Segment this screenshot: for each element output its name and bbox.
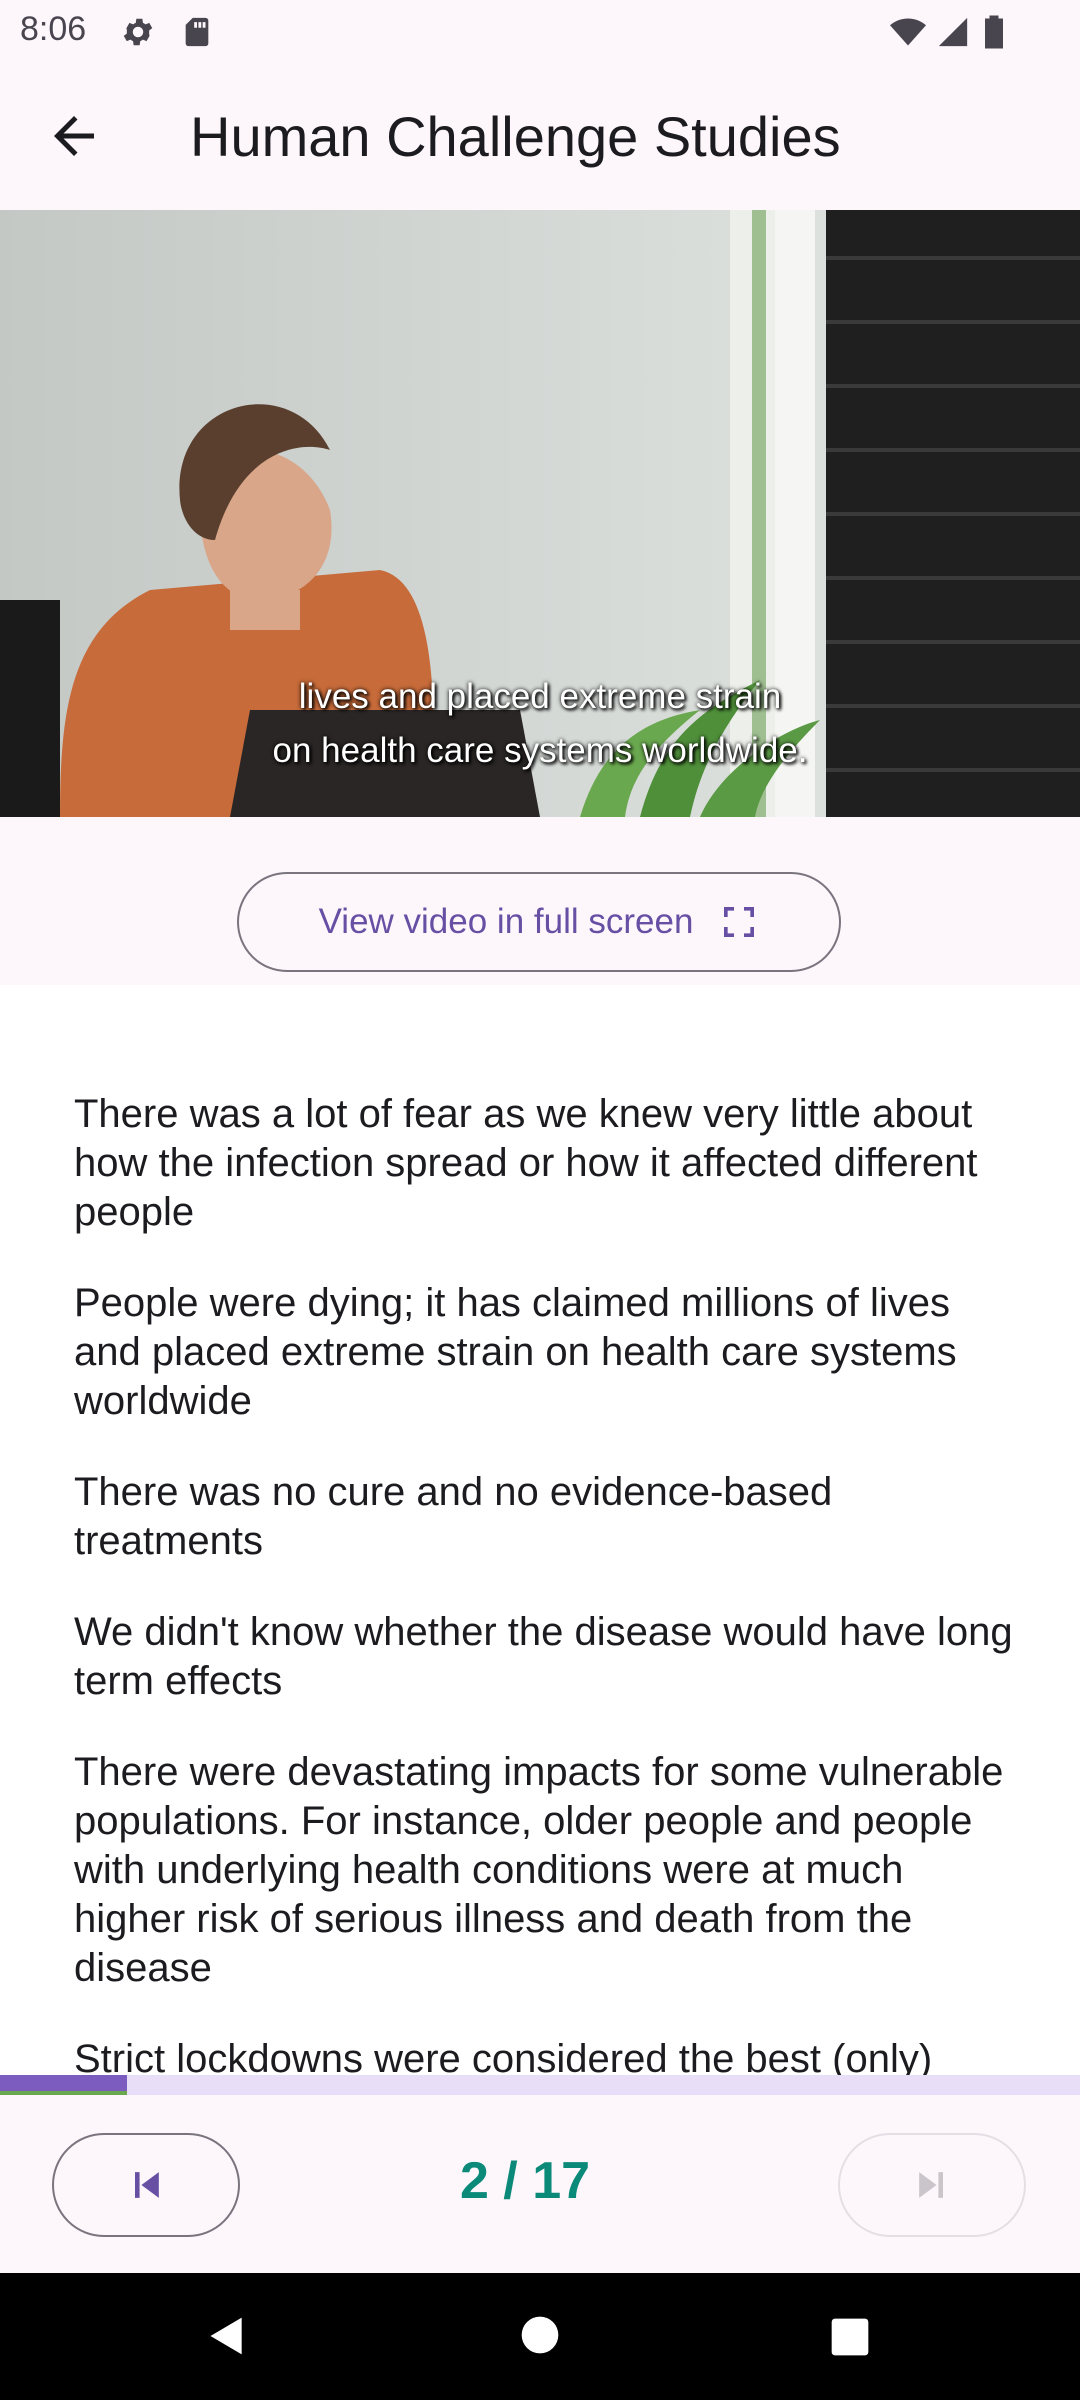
view-full-screen-button[interactable]: View video in full screen	[237, 872, 841, 972]
system-home-icon[interactable]	[520, 2315, 560, 2355]
sd-card-icon	[185, 17, 209, 47]
subtitle-line: on health care systems worldwide.	[272, 731, 808, 770]
settings-gear-icon	[123, 18, 153, 46]
previous-page-button[interactable]	[52, 2133, 240, 2237]
fullscreen-icon	[724, 907, 755, 937]
system-back-icon[interactable]	[205, 2313, 249, 2359]
battery-icon	[985, 15, 1003, 49]
subtitle-line: lives and placed extreme strain	[298, 677, 782, 716]
content-paragraph: There were devastating impacts for some …	[74, 1750, 1004, 1990]
lesson-navigation: 2 / 17	[0, 2095, 1080, 2273]
app-bar: Human Challenge Studies	[0, 64, 1080, 210]
content-paragraph: People were dying; it has claimed millio…	[74, 1281, 957, 1423]
status-bar: 8:06	[0, 0, 1080, 64]
arrow-left-icon	[54, 116, 94, 156]
content-paragraph: There was a lot of fear as we knew very …	[74, 1092, 978, 1234]
content-paragraph: We didn't know whether the disease would…	[74, 1610, 1013, 1703]
progress-fill	[0, 2075, 127, 2095]
page-title: Human Challenge Studies	[190, 105, 841, 168]
lesson-content: There was a lot of fear as we knew very …	[74, 1090, 1024, 2090]
skip-next-icon	[919, 2172, 943, 2198]
lesson-progress-bar	[0, 2075, 1080, 2095]
back-button[interactable]	[44, 106, 104, 166]
system-recents-icon[interactable]	[830, 2317, 870, 2357]
status-time: 8:06	[20, 10, 87, 48]
skip-previous-icon	[135, 2172, 159, 2198]
video-player[interactable]: lives and placed extreme strain on healt…	[0, 210, 1080, 817]
full-screen-button-label: View video in full screen	[318, 902, 694, 941]
content-paragraph: There was no cure and no evidence-based …	[74, 1470, 833, 1563]
system-navigation-bar	[0, 2273, 1080, 2400]
video-subtitles: lives and placed extreme strain on healt…	[0, 670, 1080, 778]
next-page-button[interactable]	[838, 2133, 1026, 2237]
wifi-icon	[890, 18, 926, 46]
cell-signal-icon	[938, 17, 968, 47]
video-controls-area: View video in full screen	[0, 817, 1080, 985]
page-indicator: 2 / 17	[459, 2152, 591, 2210]
